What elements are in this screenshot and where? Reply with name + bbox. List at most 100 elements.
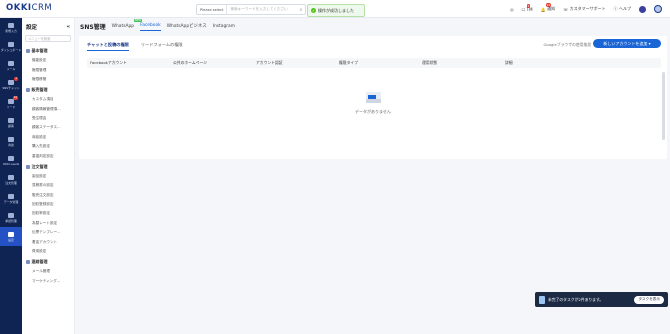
nav-item-3[interactable]: SNSチャット 1 (0, 75, 22, 94)
search-input[interactable]: 検索キーワードを入力してください (227, 7, 297, 12)
column-header: 権限タイプ (339, 60, 358, 65)
sidebar-item[interactable]: 商談設定 (22, 133, 74, 142)
scrollbar[interactable] (662, 72, 665, 140)
sidebar-item[interactable]: 重複判定設定 (22, 151, 74, 160)
nav-icon (8, 79, 14, 85)
sidebar-item[interactable]: 着金アカウント (22, 237, 74, 246)
nav-label: データ管理 (3, 199, 19, 204)
tab-facebook[interactable]: Facebook (140, 21, 161, 31)
nav-item-8[interactable]: 注文管理 (0, 170, 22, 189)
main-content: SNS管理 WhatsApp NEW Facebook WhatsAppビジネス Ins… (77, 18, 670, 334)
sidebar-group-title[interactable]: 基本管理 (22, 45, 74, 56)
sidebar-item[interactable]: 製品設定 (22, 172, 74, 181)
nav-item-10[interactable]: 承認管理 (0, 208, 22, 227)
nav-item-11[interactable]: 設定 (0, 227, 22, 246)
brand-avatar[interactable] (639, 5, 646, 13)
sidebar-item[interactable]: 為替レート設定 (22, 219, 74, 228)
group-icon (26, 49, 30, 53)
nav-item-1[interactable]: ダッシュボード (0, 37, 22, 56)
nav-icon (8, 22, 14, 28)
sidebar-item[interactable]: 販売注文設定 (22, 191, 74, 200)
sidebar-item[interactable]: 見積書の設定 (22, 181, 74, 190)
collapse-icon[interactable]: « (66, 24, 70, 30)
page-title: SNS管理 (80, 23, 106, 31)
group-icon (26, 88, 30, 92)
empty-state: データがありません (79, 90, 667, 115)
sidebar-item[interactable]: 権限管理 (22, 65, 74, 74)
group-label: 注文管理 (31, 163, 48, 169)
nav-icon (8, 136, 14, 142)
notification-button[interactable]: 🔔 通知 19 (541, 3, 555, 12)
nav-label: 設定 (8, 237, 14, 242)
nav-label: 顧客 (8, 123, 14, 128)
nav-item-7[interactable]: OKKI Leads (0, 151, 22, 170)
group-label: 連絡管理 (31, 259, 48, 265)
sidebar-item[interactable]: メール管理 (22, 267, 74, 276)
view-tasks-button[interactable]: タスクを表示 (634, 295, 664, 304)
sidebar-item[interactable]: 回収率設定 (22, 209, 74, 218)
tm-button[interactable]: ☐ TM 2 (522, 3, 533, 12)
tab-instagram[interactable]: Instagram (213, 22, 235, 31)
sidebar-group-title[interactable]: 連絡管理 (22, 256, 74, 267)
nav-label: 注文管理 (5, 180, 17, 185)
pending-tasks-bar: 未完了のタスクが2件あります。 タスクを表示 (535, 292, 668, 307)
nav-label: リード (6, 104, 16, 109)
tab-whatsapp[interactable]: WhatsApp NEW (112, 18, 143, 31)
support-button[interactable]: ☏ カスタマーサポート (563, 6, 605, 12)
nav-item-5[interactable]: 顧客 (0, 113, 22, 132)
success-toast: ✓ 操作が成功しました (307, 4, 365, 17)
settings-sidebar: 設定 « メニューを検索 基本管理 機能設定 権限管理 権限移管 販売管理 カスタム項目 顧客… (22, 18, 75, 334)
add-account-button[interactable]: 新しいアカウントを追加 ▾ (593, 39, 661, 48)
group-icon (26, 165, 30, 169)
nav-label: ダッシュボード (0, 47, 22, 52)
nav-icon (8, 41, 14, 47)
sidebar-item[interactable]: 受注理由 (22, 114, 74, 123)
help-button[interactable]: ⓘ ヘルプ (614, 6, 632, 12)
nav-icon (8, 155, 14, 161)
user-avatar[interactable] (654, 5, 662, 13)
group-label: 基本管理 (31, 48, 48, 53)
check-circle-icon: ✓ (311, 8, 316, 13)
sidebar-group-title[interactable]: 注文管理 (22, 161, 74, 172)
sidebar-item[interactable]: 購入先設定 (22, 142, 74, 151)
sidebar-item[interactable]: 機能設定 (22, 56, 74, 65)
sidebar-item[interactable]: 権限移管 (22, 75, 74, 84)
subtab-1[interactable]: リードフォームの権限 (141, 42, 183, 51)
sidebar-item[interactable]: 費用設定 (22, 247, 74, 256)
sidebar-group-title[interactable]: 販売管理 (22, 84, 74, 95)
nav-item-0[interactable]: 新規入力 (0, 18, 22, 37)
global-search[interactable]: Please select 検索キーワードを入力してください ⌕ (196, 4, 306, 15)
sidebar-item[interactable]: 顧客ステータス... (22, 123, 74, 132)
sidebar-item[interactable]: マーケティング... (22, 277, 74, 286)
nav-badge: 1 (14, 77, 18, 81)
sidebar-item[interactable]: カスタム項目 (22, 95, 74, 104)
channel-tabs: WhatsApp NEW Facebook WhatsAppビジネス Instagram (112, 18, 235, 31)
app-logo[interactable]: OKKICRM (6, 3, 52, 13)
sidebar-item[interactable]: 顧客情報管理項... (22, 105, 74, 114)
empty-box-icon (365, 92, 381, 103)
browser-recommend-link[interactable]: Googleブラウザの使用推奨 (543, 42, 591, 48)
table-header: Facebookアカウント 公共のホームページ アカウント認証 権限タイプ 運用状態 詳細 (87, 58, 661, 68)
sidebar-item[interactable]: 伝票テンプレー... (22, 228, 74, 237)
nav-label: 承認管理 (5, 218, 17, 223)
nav-item-9[interactable]: データ管理 (0, 189, 22, 208)
top-actions: ◎ ☐ TM 2 🔔 通知 19 ☏ カスタマーサポート ⓘ ヘルプ (510, 3, 662, 13)
sidebar-item[interactable]: 回収登録設定 (22, 200, 74, 209)
nav-item-4[interactable]: リード 24 (0, 94, 22, 113)
nav-item-2[interactable]: メール (0, 56, 22, 75)
search-type-select[interactable]: Please select (197, 5, 228, 14)
subtab-0[interactable]: チャットと投稿の権限 (87, 42, 129, 51)
search-icon[interactable]: ⌕ (297, 7, 305, 13)
accounts-card: チャットと投稿の権限 リードフォームの権限 Googleブラウザの使用推奨 新しい… (79, 36, 667, 159)
nav-icon (8, 60, 14, 66)
tab-whatsappビジネス[interactable]: WhatsAppビジネス (167, 21, 207, 31)
nav-icon (8, 174, 14, 180)
nav-item-6[interactable]: 商談 (0, 132, 22, 151)
nav-label: 新規入力 (5, 28, 17, 33)
notification-badge: 19 (545, 3, 552, 7)
nav-label: OKKI Leads (2, 161, 20, 166)
settings-icon[interactable]: ◎ (510, 7, 514, 12)
tm-badge: 2 (526, 3, 531, 8)
nav-label: 商談 (8, 142, 14, 147)
sidebar-search-input[interactable]: メニューを検索 (25, 35, 71, 42)
